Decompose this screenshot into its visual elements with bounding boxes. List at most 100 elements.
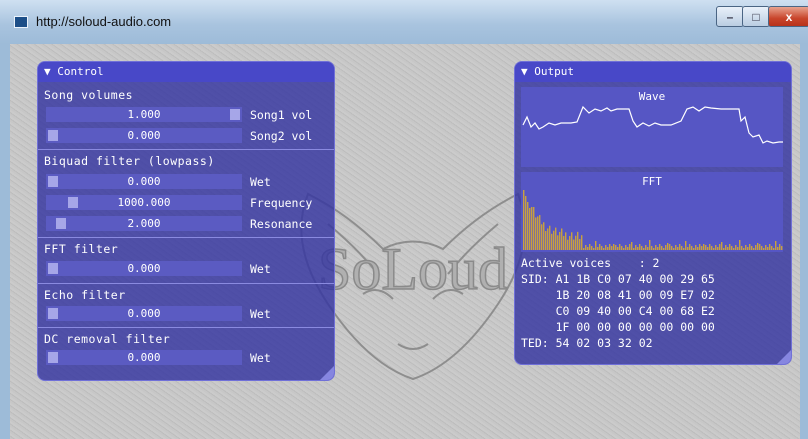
slider-value: 0.000 (127, 175, 161, 188)
fft-bar (523, 190, 525, 250)
fft-bar (753, 248, 755, 250)
fft-bar (539, 215, 541, 250)
fft-bar (585, 245, 587, 250)
logo-text: SoLoud (318, 236, 508, 302)
slider-value: 1.000 (127, 108, 161, 121)
section-biquad-filter: Biquad filter (lowpass) (44, 154, 215, 168)
window-title: http://soloud-audio.com (36, 14, 172, 29)
biquad-resonance-label: Resonance (250, 217, 313, 231)
fft-bar (685, 241, 687, 250)
info-line: 1B 20 08 41 00 09 E7 02 (521, 288, 715, 302)
fft-bar (687, 247, 689, 250)
song1-vol-slider[interactable]: 1.000 (46, 107, 242, 122)
fft-bar (583, 248, 585, 250)
slider-value: 2.000 (127, 217, 161, 230)
fft-bar (559, 231, 561, 250)
fft-bar (673, 248, 675, 250)
echo-wet-label: Wet (250, 307, 271, 321)
fft-bar (653, 248, 655, 250)
fft-bar (719, 244, 721, 250)
fft-bar (679, 244, 681, 250)
dc-removal-wet-slider[interactable]: 0.000 (46, 350, 242, 365)
fft-bar (681, 246, 683, 250)
info-line: TED: 54 02 03 32 02 (521, 336, 653, 350)
fft-bar (729, 244, 731, 250)
fft-bar (527, 202, 529, 250)
fft-bar (651, 246, 653, 250)
fft-bar (621, 246, 623, 250)
fft-wet-slider[interactable]: 0.000 (46, 261, 242, 276)
minimize-button[interactable]: – (716, 6, 744, 27)
fft-bar (771, 246, 773, 250)
biquad-resonance-slider[interactable]: 2.000 (46, 216, 242, 231)
fft-bar (667, 243, 669, 250)
fft-bar (563, 235, 565, 250)
fft-bar (547, 228, 549, 250)
resize-grip[interactable] (777, 350, 791, 364)
fft-bar (643, 248, 645, 250)
fft-bar (549, 225, 551, 250)
fft-bar (577, 231, 579, 250)
fft-bar (605, 245, 607, 250)
fft-bar (557, 235, 559, 250)
fft-bar (611, 246, 613, 250)
fft-bar (695, 245, 697, 250)
biquad-frequency-slider[interactable]: 1000.000 (46, 195, 242, 210)
separator (38, 283, 334, 284)
fft-bar (533, 206, 535, 250)
control-panel: ▼ Control Song volumes 1.000 Song1 vol 0… (37, 61, 335, 381)
fft-bar (541, 224, 543, 250)
fft-bar (757, 243, 759, 250)
fft-bar (721, 242, 723, 250)
control-header[interactable]: ▼ Control (38, 62, 334, 82)
app-icon (14, 16, 28, 28)
fft-bar (683, 248, 685, 250)
fft-bar (631, 242, 633, 250)
fft-bar (581, 235, 583, 250)
fft-bar (699, 244, 701, 250)
fft-bar (595, 241, 597, 250)
close-button[interactable]: x (768, 6, 808, 27)
maximize-button[interactable]: □ (742, 6, 770, 27)
fft-bar (769, 244, 771, 250)
fft-bar (691, 246, 693, 250)
fft-bar (573, 239, 575, 250)
window-frame-left (0, 44, 10, 439)
slider-value: 0.000 (127, 129, 161, 142)
fft-bar (745, 245, 747, 250)
song2-vol-slider[interactable]: 0.000 (46, 128, 242, 143)
section-dc-removal-filter: DC removal filter (44, 332, 171, 346)
fft-bar (615, 245, 617, 250)
fft-bar (535, 217, 537, 250)
fft-bar (617, 247, 619, 250)
fft-bar (597, 247, 599, 250)
fft-bar (677, 247, 679, 250)
biquad-wet-slider[interactable]: 0.000 (46, 174, 242, 189)
fft-bar (555, 227, 557, 250)
separator (38, 237, 334, 238)
echo-wet-slider[interactable]: 0.000 (46, 306, 242, 321)
app-canvas[interactable]: SoLoud ▼ Control Song volumes 1.000 Song… (10, 44, 800, 439)
info-line: SID: A1 1B C0 07 40 00 29 65 (521, 272, 715, 286)
separator (38, 327, 334, 328)
fft-bar (647, 247, 649, 250)
fft-bar (531, 207, 533, 250)
wave-plot: Wave (521, 87, 783, 167)
fft-bar (569, 236, 571, 250)
fft-bar (711, 246, 713, 250)
fft-bar (671, 246, 673, 250)
fft-bar (591, 246, 593, 250)
window-titlebar[interactable]: http://soloud-audio.com – □ x (0, 0, 808, 44)
resize-grip[interactable] (320, 366, 334, 380)
fft-bar (593, 248, 595, 250)
fft-bar (633, 248, 635, 250)
biquad-frequency-label: Frequency (250, 196, 313, 210)
output-panel: ▼ Output Wave FFT Active voices : 2 SID:… (514, 61, 792, 365)
fft-bar (665, 245, 667, 250)
fft-bar (629, 244, 631, 250)
slider-value: 0.000 (127, 307, 161, 320)
fft-bar (537, 216, 539, 250)
output-header[interactable]: ▼ Output (515, 62, 791, 82)
fft-bar (567, 239, 569, 250)
fft-bar (589, 244, 591, 250)
